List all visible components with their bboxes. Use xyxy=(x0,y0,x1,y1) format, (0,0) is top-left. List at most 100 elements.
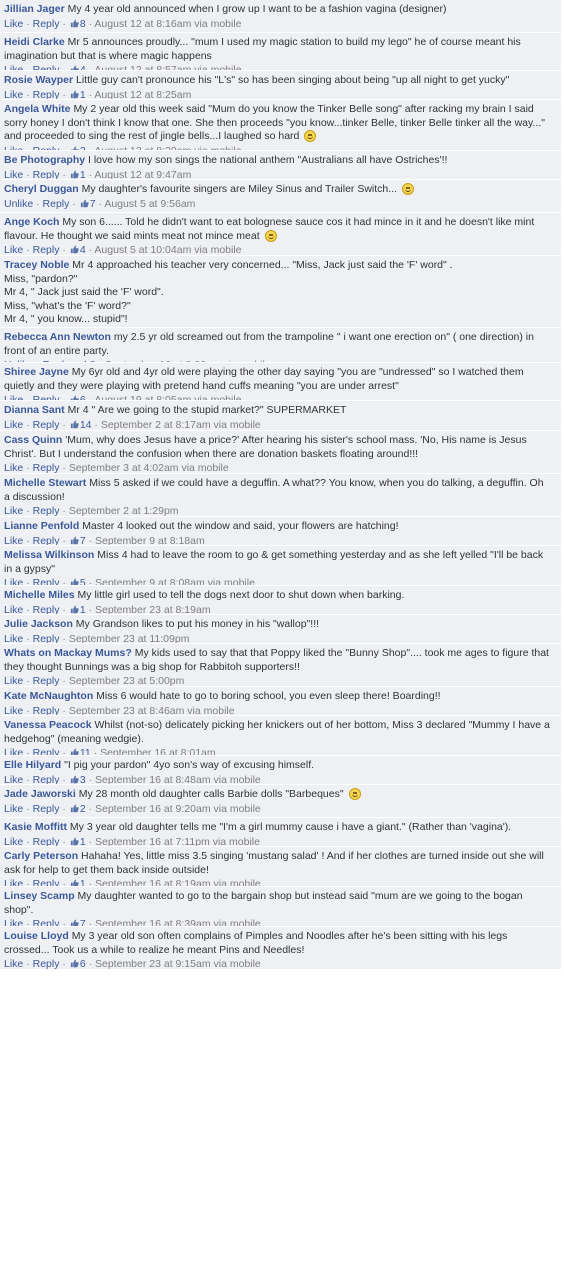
like-button[interactable]: Like xyxy=(4,705,23,715)
reply-button[interactable]: Reply xyxy=(33,89,60,99)
like-count[interactable]: 11 xyxy=(80,747,91,755)
comment-timestamp[interactable]: September 16 at 8:19am via mobile xyxy=(95,878,261,886)
comment-author[interactable]: Vanessa Peacock xyxy=(4,719,92,731)
like-button[interactable]: Like xyxy=(4,169,23,179)
like-button[interactable]: Like xyxy=(4,505,23,516)
like-count[interactable]: 1 xyxy=(80,169,86,179)
reply-button[interactable]: Reply xyxy=(33,64,60,70)
comment-author[interactable]: Tracey Noble xyxy=(4,259,69,271)
comment-timestamp[interactable]: September 16 at 7:11pm via mobile xyxy=(95,836,260,846)
reply-button[interactable]: Reply xyxy=(33,244,60,255)
like-button[interactable]: Like xyxy=(4,535,23,545)
like-count[interactable]: 5 xyxy=(80,577,86,585)
comment-author[interactable]: Melissa Wilkinson xyxy=(4,549,94,561)
like-button[interactable]: Like xyxy=(4,89,23,99)
like-button[interactable]: Like xyxy=(4,958,23,969)
comment-author[interactable]: Michelle Miles xyxy=(4,589,75,601)
comment-author[interactable]: Jade Jaworski xyxy=(4,788,76,800)
reply-button[interactable]: Reply xyxy=(33,747,60,755)
comment-timestamp[interactable]: September 16 at 8:01am xyxy=(100,747,216,755)
comment-author[interactable]: Elle Hilyard xyxy=(4,759,61,771)
reply-button[interactable]: Reply xyxy=(33,774,60,784)
like-button[interactable]: Like xyxy=(4,394,23,400)
comment-author[interactable]: Kate McNaughton xyxy=(4,690,93,702)
comment-author[interactable]: Dianna Sant xyxy=(4,404,65,416)
reply-button[interactable]: Reply xyxy=(33,535,60,545)
comment-author[interactable]: Rosie Wayper xyxy=(4,74,73,86)
like-count[interactable]: 8 xyxy=(80,18,86,30)
like-count[interactable]: 3 xyxy=(80,774,86,784)
comment-author[interactable]: Heidi Clarke xyxy=(4,36,65,48)
comment-author[interactable]: Kasie Moffitt xyxy=(4,821,67,833)
reply-button[interactable]: Reply xyxy=(33,394,60,400)
like-count[interactable]: 1 xyxy=(80,89,86,99)
like-count[interactable]: 1 xyxy=(80,878,86,886)
like-count[interactable]: 14 xyxy=(80,419,92,430)
comment-author[interactable]: Carly Peterson xyxy=(4,850,78,862)
reply-button[interactable]: Reply xyxy=(33,169,60,179)
comment-timestamp[interactable]: September 23 at 11:09pm xyxy=(69,633,190,643)
comment-author[interactable]: Cheryl Duggan xyxy=(4,183,79,195)
comment-author[interactable]: Angela White xyxy=(4,103,71,115)
like-button[interactable]: Like xyxy=(4,577,23,585)
like-button[interactable]: Like xyxy=(4,803,23,815)
reply-button[interactable]: Reply xyxy=(33,18,60,30)
comment-author[interactable]: Whats on Mackay Mums? xyxy=(4,647,132,659)
like-button[interactable]: Like xyxy=(4,419,23,430)
comment-timestamp[interactable]: September 2 at 8:17am via mobile xyxy=(101,419,261,430)
like-button[interactable]: Like xyxy=(4,675,23,686)
comment-timestamp[interactable]: August 5 at 10:04am via mobile xyxy=(94,244,241,255)
reply-button[interactable]: Reply xyxy=(33,633,60,643)
comment-author[interactable]: Louise Lloyd xyxy=(4,930,69,942)
like-count[interactable]: 7 xyxy=(90,198,96,210)
comment-author[interactable]: Jillian Jager xyxy=(4,3,65,15)
like-button[interactable]: Like xyxy=(4,774,23,784)
reply-button[interactable]: Reply xyxy=(33,675,60,686)
like-count[interactable]: 1 xyxy=(80,604,86,614)
like-count[interactable]: 4 xyxy=(80,64,86,70)
comment-author[interactable]: Lianne Penfold xyxy=(4,520,79,532)
comment-timestamp[interactable]: September 16 at 8:39am via mobile xyxy=(95,918,261,926)
comment-timestamp[interactable]: August 12 at 8:57am via mobile xyxy=(94,64,241,70)
comment-timestamp[interactable]: August 5 at 9:56am xyxy=(104,198,195,210)
comment-timestamp[interactable]: September 23 at 8:46am via mobile xyxy=(69,705,235,715)
comment-author[interactable]: Rebecca Ann Newton xyxy=(4,331,111,343)
like-button[interactable]: Like xyxy=(4,604,23,614)
like-button[interactable]: Like xyxy=(4,18,23,30)
like-button[interactable]: Like xyxy=(4,747,23,755)
comment-author[interactable]: Ange Koch xyxy=(4,216,59,228)
comment-timestamp[interactable]: September 9 at 8:08am via mobile xyxy=(95,577,255,585)
like-button[interactable]: Like xyxy=(4,918,23,926)
reply-button[interactable]: Reply xyxy=(33,462,60,473)
reply-button[interactable]: Reply xyxy=(33,419,60,430)
comment-author[interactable]: Be Photography xyxy=(4,154,85,166)
comment-author[interactable]: Linsey Scamp xyxy=(4,890,75,902)
comment-author[interactable]: Shiree Jayne xyxy=(4,366,69,378)
comment-timestamp[interactable]: September 16 at 9:20am via mobile xyxy=(95,803,261,815)
reply-button[interactable]: Reply xyxy=(33,604,60,614)
comment-timestamp[interactable]: September 9 at 8:18am xyxy=(95,535,205,545)
comment-timestamp[interactable]: August 12 at 8:16am via mobile xyxy=(94,18,241,30)
reply-button[interactable]: Reply xyxy=(33,577,60,585)
like-count[interactable]: 2 xyxy=(80,803,86,815)
reply-button[interactable]: Reply xyxy=(33,803,60,815)
comment-timestamp[interactable]: September 16 at 8:48am via mobile xyxy=(95,774,261,784)
like-button[interactable]: Like xyxy=(4,244,23,255)
like-count[interactable]: 1 xyxy=(80,836,86,846)
like-button[interactable]: Unlike xyxy=(4,198,33,210)
comment-timestamp[interactable]: August 19 at 8:05am via mobile xyxy=(94,394,241,400)
reply-button[interactable]: Reply xyxy=(33,918,60,926)
like-button[interactable]: Like xyxy=(4,633,23,643)
like-count[interactable]: 7 xyxy=(80,918,86,926)
reply-button[interactable]: Reply xyxy=(33,878,60,886)
reply-button[interactable]: Reply xyxy=(43,198,70,210)
comment-timestamp[interactable]: September 3 at 4:02am via mobile xyxy=(69,462,229,473)
comment-author[interactable]: Michelle Stewart xyxy=(4,477,86,489)
reply-button[interactable]: Reply xyxy=(33,705,60,715)
comment-author[interactable]: Julie Jackson xyxy=(4,618,73,630)
comment-timestamp[interactable]: September 23 at 8:19am xyxy=(95,604,211,614)
comment-timestamp[interactable]: August 12 at 9:47am xyxy=(94,169,191,179)
reply-button[interactable]: Reply xyxy=(33,505,60,516)
comment-timestamp[interactable]: August 12 at 8:25am xyxy=(94,89,191,99)
comment-timestamp[interactable]: September 2 at 1:29pm xyxy=(69,505,179,516)
